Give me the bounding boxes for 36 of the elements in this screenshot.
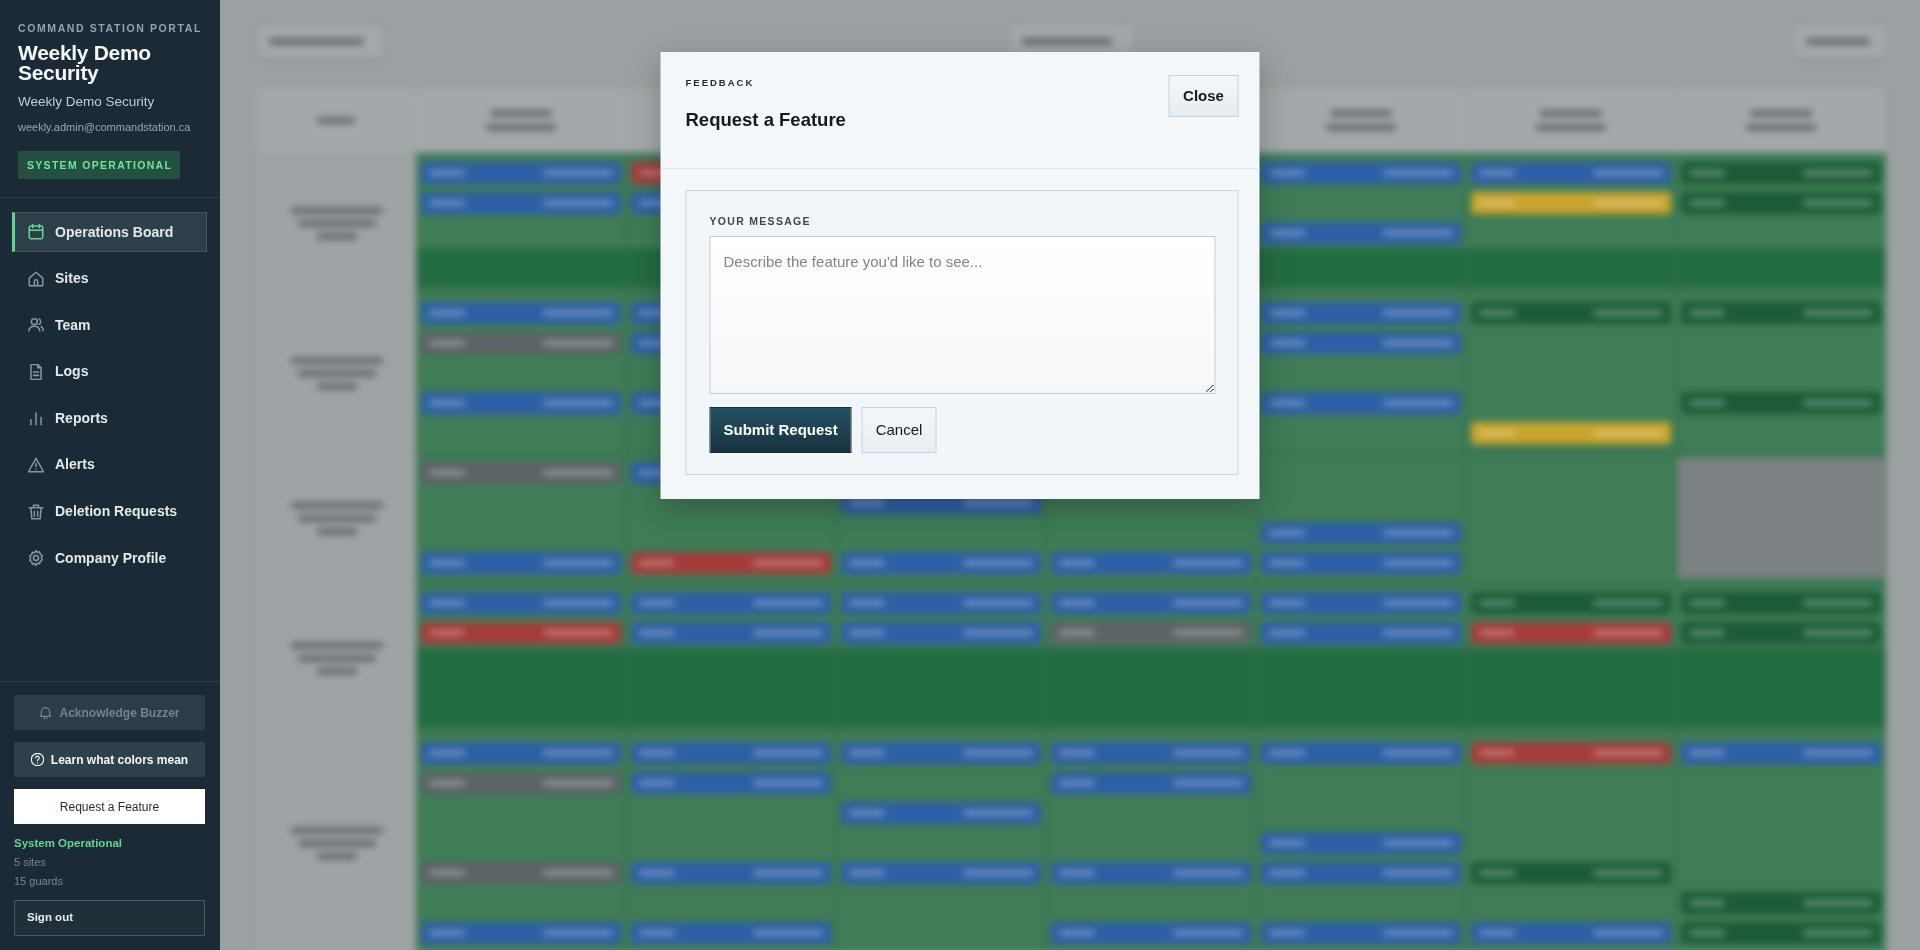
dialog-eyebrow: FEEDBACK [685,77,756,89]
house-icon [28,270,44,287]
nav-item[interactable]: Team [12,305,207,346]
nav-item[interactable]: Sites [12,258,207,299]
dialog-title: Request a Feature [685,109,846,131]
message-label: YOUR MESSAGE [709,215,812,228]
nav-item[interactable]: Logs [12,351,207,392]
nav-item[interactable]: Deletion Requests [12,491,207,532]
message-field[interactable]: Describe the feature you'd like to see... [709,236,1216,394]
sign-out-button[interactable]: Sign out [14,900,205,936]
gear-icon [28,550,44,567]
color-guide-button[interactable]: Learn what colors mean [14,742,205,777]
bar-chart-icon [28,410,44,427]
help-icon [30,753,44,766]
status-badge: SYSTEM OPERATIONAL [18,151,181,179]
site-count: 5 sites [14,855,47,870]
admin-email: weekly.admin@commandstation.ca [18,120,192,134]
people-icon [28,317,44,334]
company-subtitle: Weekly Demo Security [18,93,156,110]
nav-item[interactable]: Reports [12,398,207,439]
trash-icon [28,503,44,520]
nav-item[interactable]: Operations Board [12,212,207,252]
cancel-button[interactable]: Cancel [861,407,937,453]
nav-item[interactable]: Alerts [12,444,207,485]
submit-button[interactable]: Submit Request [709,407,852,453]
guard-count: 15 guards [14,874,64,889]
bell-icon [39,706,53,719]
nav-item[interactable]: Company Profile [12,538,207,579]
company-name: Weekly Demo Security [18,43,152,83]
status-text: System Operational [14,836,123,851]
portal-label: COMMAND STATION PORTAL [18,22,202,34]
warning-icon [28,456,44,473]
calendar-icon [28,224,44,240]
close-button[interactable]: Close [1168,75,1239,117]
request-feature-button[interactable]: Request a Feature [14,789,205,824]
document-icon [28,363,44,380]
